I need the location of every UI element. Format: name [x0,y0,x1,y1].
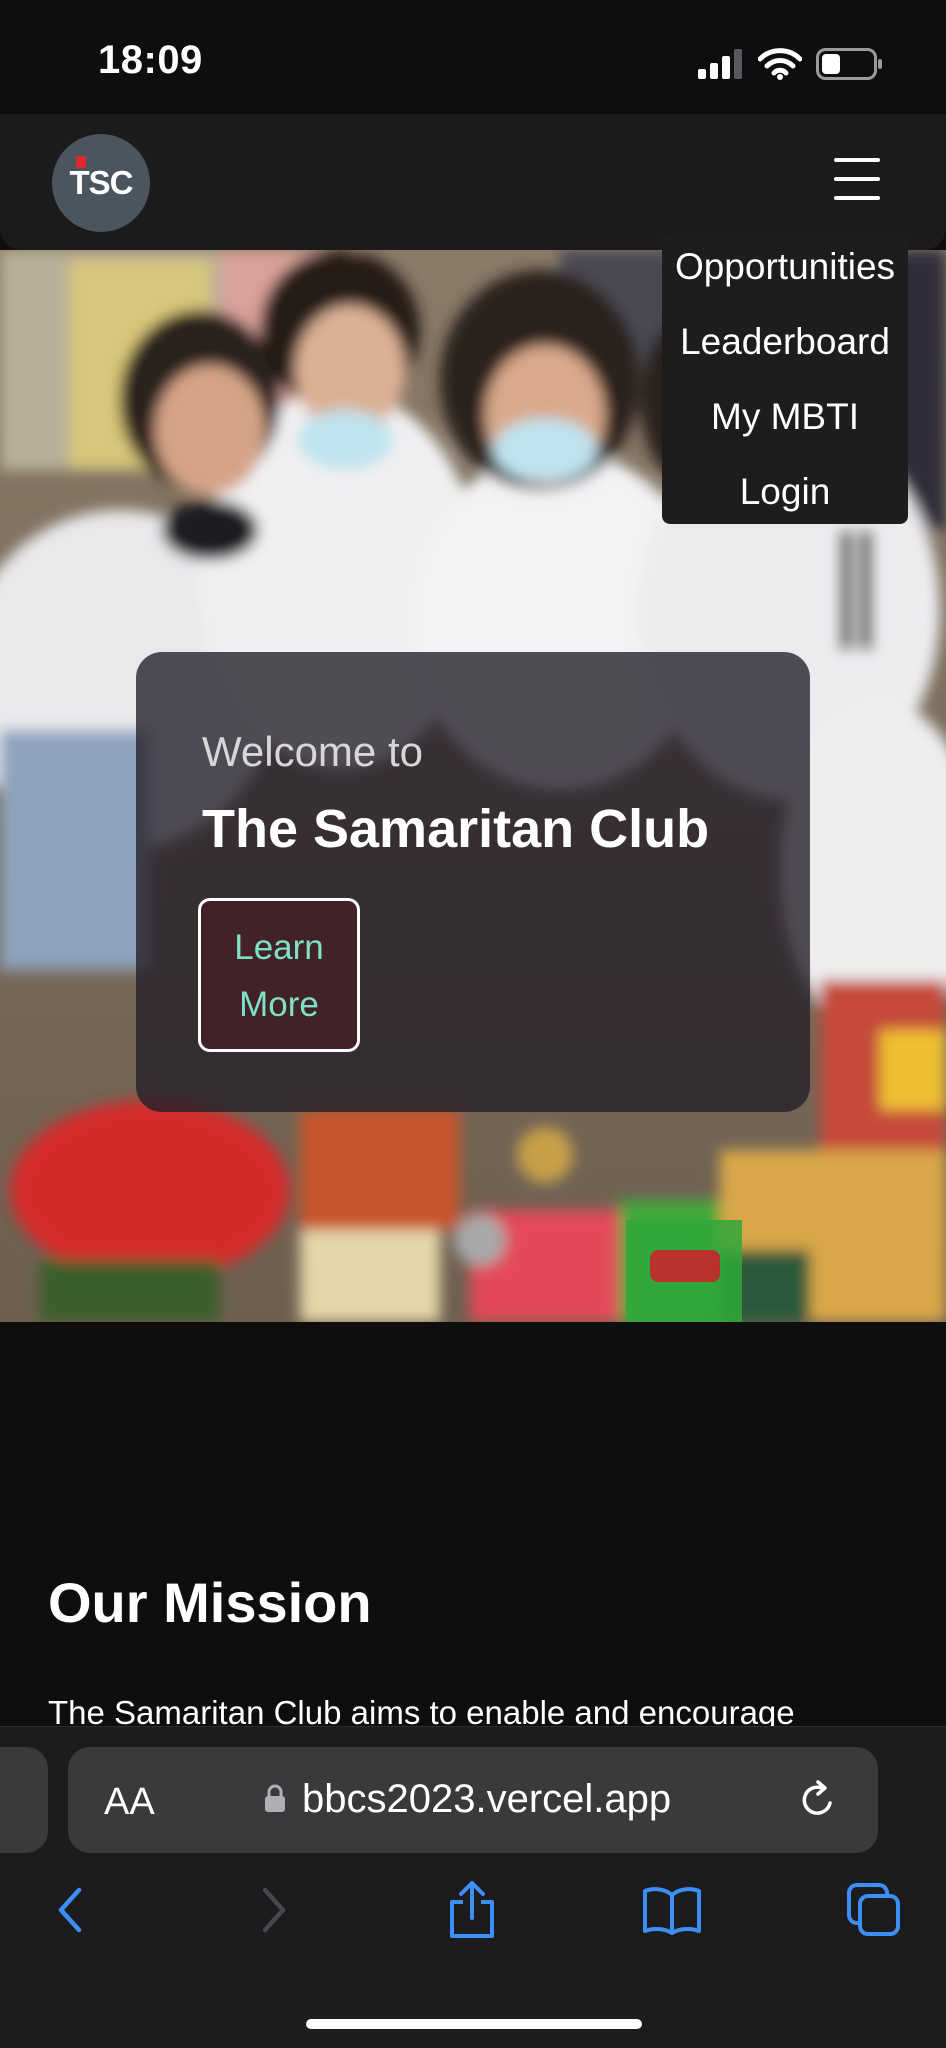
logo-text: TSC [69,164,134,201]
battery-icon [816,48,882,80]
status-bar: 18:09 [0,0,946,114]
url-text: bbcs2023.vercel.app [302,1777,672,1821]
forward-icon [262,1887,286,1933]
logo-flag-icon [76,156,86,168]
text-size-label: AA [104,1781,155,1823]
status-time: 18:09 [98,38,203,82]
welcome-subtitle: Welcome to [202,728,423,775]
mission-title: Our Mission [48,1571,372,1634]
learn-more-button[interactable]: Learn More [198,898,360,1052]
bookmarks-icon [643,1887,701,1935]
menu-item-login[interactable]: Login [662,467,908,542]
tabs-button[interactable] [844,1877,904,1943]
status-icons [698,44,882,84]
reload-icon[interactable] [798,1779,838,1821]
hamburger-icon[interactable] [834,158,880,202]
back-button[interactable] [40,1877,100,1943]
address-bar[interactable]: AA bbcs2023.vercel.app [68,1747,878,1853]
nav-dropdown-menu: Opportunities Leaderboard My MBTI Login [662,234,908,524]
back-icon [58,1887,82,1933]
welcome-card: Welcome to The Samaritan Club Learn More [136,652,810,1112]
previous-tab-peek[interactable] [0,1747,48,1853]
menu-item-my-mbti[interactable]: My MBTI [662,392,908,467]
share-icon [450,1881,494,1938]
cellular-signal-icon [698,49,742,79]
lock-icon [265,1784,285,1812]
browser-bottom-bar: AA bbcs2023.vercel.app [0,1726,946,2048]
menu-item-leaderboard[interactable]: Leaderboard [662,317,908,392]
wifi-icon [758,48,802,80]
menu-item-opportunities[interactable]: Opportunities [662,242,908,317]
home-indicator[interactable] [306,2019,642,2029]
site-navbar: TSC [0,114,946,250]
text-size-button[interactable]: AA [104,1781,155,1824]
tabs-icon [847,1883,900,1936]
forward-button[interactable] [244,1877,304,1943]
share-button[interactable] [442,1877,502,1943]
browser-toolbar [0,1877,946,1957]
learn-more-line-2: More [239,985,319,1024]
learn-more-line-1: Learn [234,928,324,967]
bookmarks-button[interactable] [642,1877,702,1943]
welcome-title: The Samaritan Club [202,799,710,859]
screen: 18:09 TSC Opportunities Leaderboard My M… [0,0,946,2048]
tsc-logo[interactable]: TSC [52,134,150,232]
